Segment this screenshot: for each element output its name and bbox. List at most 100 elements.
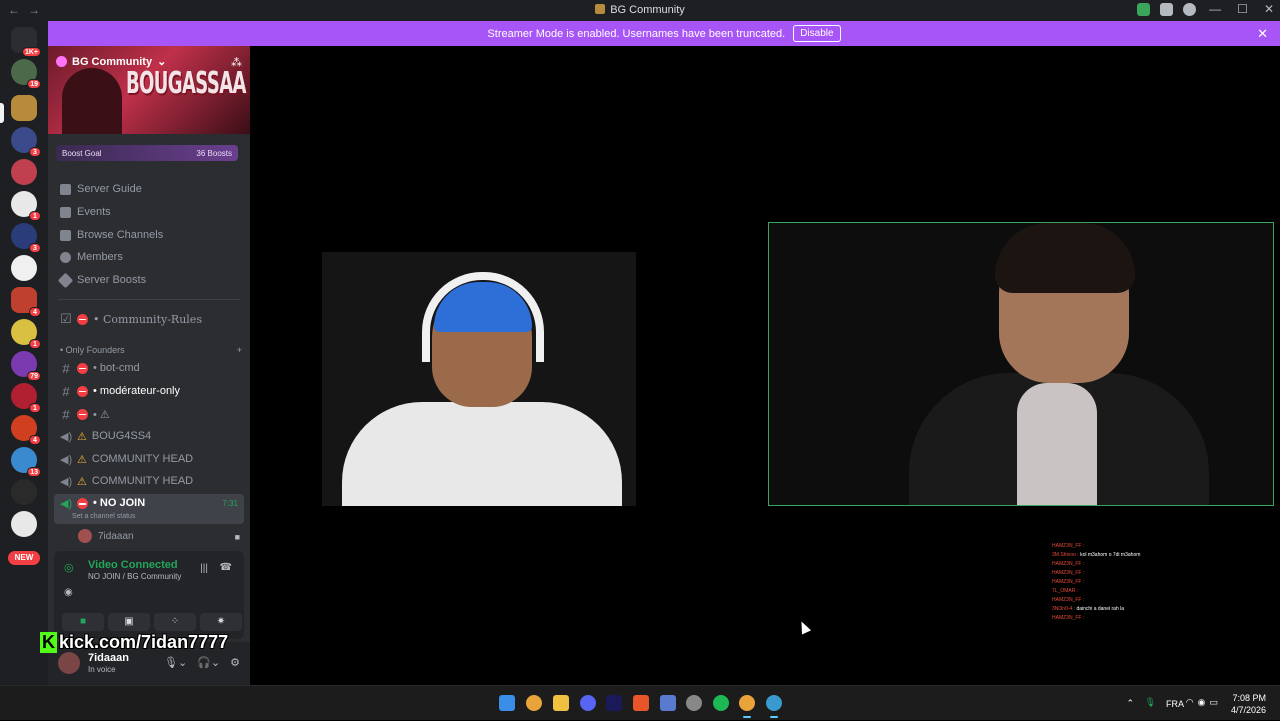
category-only-founders[interactable]: • Only Founders +	[60, 345, 242, 355]
server-icon[interactable]: 3	[11, 223, 41, 253]
inbox-icon[interactable]	[1160, 3, 1173, 16]
screen-share-button[interactable]: ▣	[108, 613, 150, 631]
warning-icon: ⚠	[77, 430, 87, 443]
start-icon[interactable]	[499, 695, 515, 711]
nav-server-guide[interactable]: Server Guide	[60, 180, 142, 198]
user-controls: 🎙⌄ 🎧⌄ ⚙	[164, 656, 240, 669]
voice-user[interactable]: 7idaaan	[78, 529, 134, 543]
chat-message: HAMZ3N_FF :	[1052, 561, 1085, 567]
microphone-icon[interactable]: 🎙⌄	[164, 656, 187, 669]
speaker-icon: ◀)	[60, 430, 73, 443]
banner-text: BOUGASSAA	[126, 66, 247, 101]
app-icon[interactable]	[660, 695, 676, 711]
nav-members[interactable]: Members	[60, 248, 123, 266]
boost-icon	[57, 272, 74, 288]
voice-channel-path[interactable]: NO JOIN / BG Community	[88, 572, 181, 581]
soundboard-button[interactable]: ✷	[200, 613, 242, 631]
wifi-icon[interactable]: ◠◉▭	[1186, 697, 1222, 708]
spotify-icon[interactable]	[713, 695, 729, 711]
video-shirt	[1017, 383, 1097, 505]
server-icon[interactable]: 1	[11, 383, 41, 413]
server-icon[interactable]: 13	[11, 447, 41, 477]
camera-button[interactable]: ■	[62, 613, 104, 631]
server-icon[interactable]: 4	[11, 287, 41, 317]
help-icon[interactable]	[1183, 3, 1196, 16]
minimize-button[interactable]: —	[1209, 2, 1221, 16]
disconnect-icon[interactable]: ☎	[220, 562, 232, 573]
invite-people-icon[interactable]: ⁂	[231, 56, 242, 69]
microphone-icon[interactable]: 🎙	[1145, 697, 1156, 708]
server-icon[interactable]	[11, 159, 37, 185]
voice-status[interactable]: Video Connected	[88, 559, 178, 571]
nav-browse-channels[interactable]: Browse Channels	[60, 226, 163, 244]
chevron-up-icon[interactable]: ⌃	[1126, 698, 1134, 709]
server-icon[interactable]: 79	[11, 351, 41, 381]
nav-events[interactable]: Events	[60, 203, 111, 221]
server-icon[interactable]: 3	[11, 127, 41, 157]
chrome-icon[interactable]	[739, 695, 755, 718]
avatar[interactable]	[58, 652, 80, 674]
banner-message: Streamer Mode is enabled. Usernames have…	[487, 27, 786, 40]
channel-no-join[interactable]: ◀) • NO JOIN 7:31 Set a channel status	[54, 494, 244, 524]
mouse-cursor	[796, 619, 812, 635]
boost-goal-bar[interactable]: Boost Goal 36 Boosts	[56, 145, 238, 161]
server-icon[interactable]: 4	[11, 415, 41, 445]
chat-message: HAMZ3N_FF :	[1052, 615, 1085, 621]
server-icon[interactable]	[11, 255, 37, 281]
video-tile-left[interactable]	[322, 252, 636, 506]
video-tile-right[interactable]	[768, 222, 1274, 506]
direct-messages-icon[interactable]: 1K+	[11, 27, 41, 57]
bg-community-icon[interactable]	[11, 95, 37, 121]
server-icon[interactable]: 1	[11, 191, 41, 221]
language-indicator[interactable]: FRA	[1166, 699, 1184, 709]
brave-icon[interactable]	[633, 695, 649, 711]
channel-community-head[interactable]: ◀) ⚠ COMMUNITY HEAD	[60, 449, 242, 469]
channel-moderateur-only[interactable]: # • modérateur-only	[60, 381, 242, 401]
video-headphones	[422, 272, 544, 362]
discord-icon[interactable]	[580, 695, 596, 711]
nav-server-boosts[interactable]: Server Boosts	[57, 271, 146, 289]
server-icon[interactable]	[11, 479, 37, 505]
channel-boug4ss4[interactable]: ◀) ⚠ BOUG4SS4	[60, 426, 242, 446]
server-icon[interactable]: 19	[11, 59, 41, 89]
close-window-button[interactable]: ✕	[1264, 2, 1274, 16]
no-entry-icon	[77, 313, 88, 325]
chat-message: HAMZ3N_FF :	[1052, 579, 1085, 585]
hash-icon: #	[62, 406, 70, 422]
video-person	[342, 402, 622, 506]
file-explorer-icon[interactable]	[553, 695, 569, 711]
channel-warning[interactable]: # • ⚠	[60, 404, 242, 424]
banner-person	[62, 68, 122, 134]
chrome-icon[interactable]	[526, 695, 542, 711]
activity-icon[interactable]: ◉	[64, 587, 73, 598]
app-icon[interactable]	[766, 695, 782, 718]
close-icon[interactable]: ✕	[1257, 26, 1268, 42]
leaf-icon[interactable]	[1137, 3, 1150, 16]
channel-bot-cmd[interactable]: # • bot-cmd	[60, 358, 242, 378]
chat-message: 3M.Shinoo : kol m3ahom o 7di m3ahom	[1052, 552, 1141, 558]
headphones-icon[interactable]: 🎧⌄	[197, 656, 220, 669]
activities-button[interactable]: ⁘	[154, 613, 196, 631]
calendar-icon	[60, 206, 71, 218]
window-title: BG Community	[0, 4, 1280, 16]
disable-button[interactable]: Disable	[793, 25, 841, 42]
after-effects-icon[interactable]	[606, 695, 622, 711]
channel-community-rules[interactable]: ☑ • Community-Rules	[60, 309, 242, 329]
new-unreads-pill[interactable]: NEW	[8, 551, 40, 565]
app-icon[interactable]	[686, 695, 702, 711]
server-name-header[interactable]: BG Community ⌄	[56, 55, 166, 68]
clock[interactable]: 7:08 PM 4/7/2026	[1231, 692, 1266, 716]
title-bar: ←→ BG Community — ☐ ✕	[0, 0, 1280, 21]
video-hair	[995, 223, 1135, 293]
server-icon[interactable]	[11, 511, 37, 537]
add-channel-icon[interactable]: +	[237, 345, 242, 355]
maximize-button[interactable]: ☐	[1237, 2, 1248, 16]
channel-status[interactable]: Set a channel status	[72, 513, 135, 520]
username[interactable]: 7idaaan	[88, 652, 129, 664]
channel-community-head[interactable]: ◀) ⚠ COMMUNITY HEAD	[60, 471, 242, 491]
server-icon[interactable]: 1	[11, 319, 41, 349]
gear-icon[interactable]: ⚙	[230, 656, 240, 669]
voice-connection-panel: ◎ Video Connected NO JOIN / BG Community…	[54, 551, 244, 639]
noise-suppression-icon[interactable]: |||	[200, 563, 208, 574]
speaker-icon: ◀)	[60, 453, 73, 466]
